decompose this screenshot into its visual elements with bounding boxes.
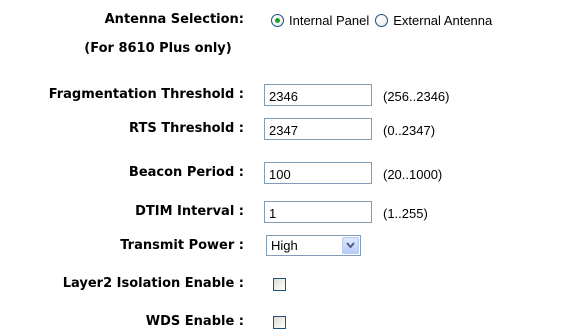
- fragmentation-threshold-input[interactable]: [264, 84, 372, 106]
- dtim-interval-range: (1..255): [383, 206, 428, 221]
- chevron-down-icon[interactable]: [342, 237, 359, 254]
- beacon-period-label: Beacon Period :: [128, 165, 244, 180]
- antenna-radio-group: Internal Panel External Antenna: [271, 10, 498, 30]
- fragmentation-threshold-range: (256..2346): [383, 89, 450, 104]
- fragmentation-threshold-label: Fragmentation Threshold :: [48, 87, 244, 102]
- dtim-interval-input[interactable]: [264, 201, 372, 223]
- rts-threshold-range: (0..2347): [383, 123, 436, 138]
- internal-panel-radio-label[interactable]: Internal Panel: [289, 13, 369, 28]
- internal-panel-radio[interactable]: [271, 13, 284, 27]
- layer2-isolation-label: Layer2 Isolation Enable :: [62, 276, 244, 291]
- rts-threshold-input[interactable]: [264, 118, 372, 140]
- external-antenna-radio-label[interactable]: External Antenna: [393, 13, 492, 28]
- external-antenna-radio[interactable]: [375, 13, 389, 27]
- antenna-selection-label: Antenna Selection:: [104, 12, 244, 27]
- dtim-interval-label: DTIM Interval :: [135, 204, 244, 219]
- beacon-period-input[interactable]: [264, 162, 372, 184]
- layer2-isolation-checkbox[interactable]: [273, 278, 286, 291]
- wds-enable-checkbox[interactable]: [273, 316, 286, 329]
- transmit-power-select[interactable]: High: [266, 235, 361, 256]
- wds-enable-label: WDS Enable :: [145, 314, 244, 329]
- beacon-period-range: (20..1000): [383, 167, 443, 182]
- transmit-power-label: Transmit Power :: [120, 238, 244, 253]
- transmit-power-value: High: [271, 238, 298, 253]
- antenna-note-label: (For 8610 Plus only): [84, 41, 232, 56]
- rts-threshold-label: RTS Threshold :: [129, 121, 244, 136]
